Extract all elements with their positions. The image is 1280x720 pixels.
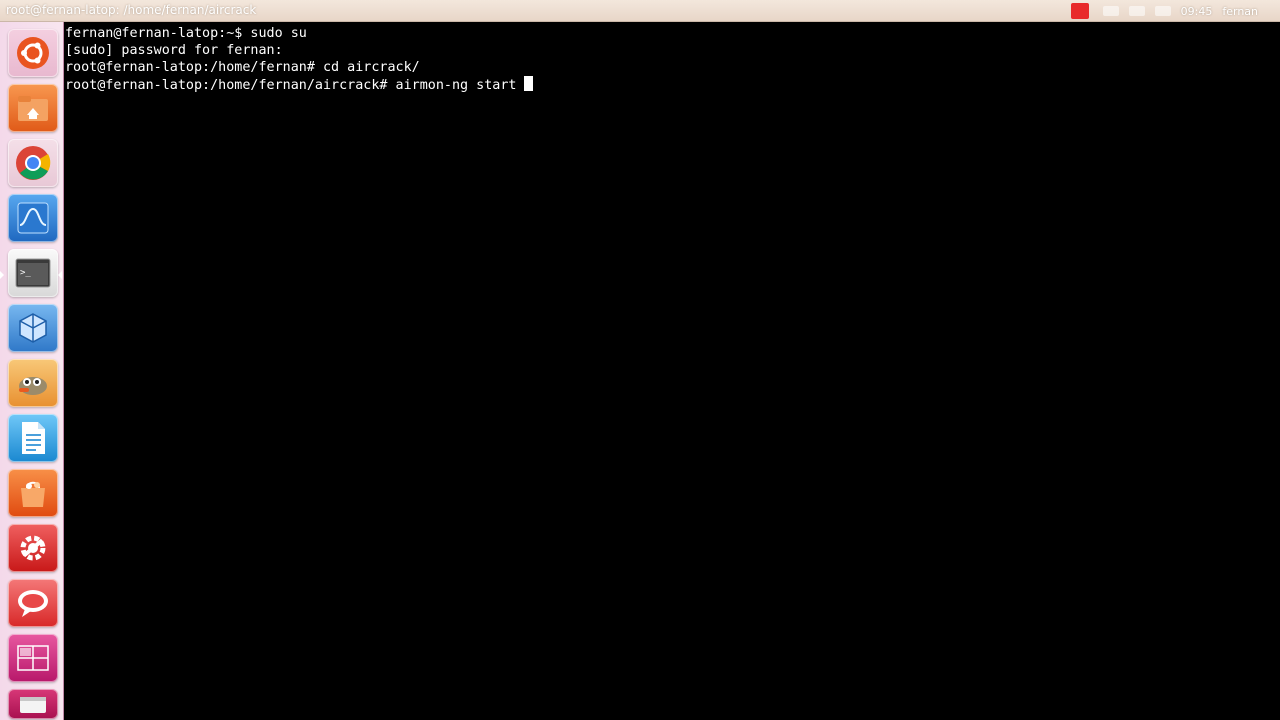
terminal-icon: >_ <box>15 258 51 288</box>
user-menu[interactable]: fernan <box>1222 5 1258 18</box>
terminal-line: root@fernan-latop:/home/fernan# cd aircr… <box>65 59 533 76</box>
focused-app-indicator <box>58 271 62 279</box>
launcher-item-software-center[interactable] <box>8 469 58 517</box>
indicator-area: 09:45 fernan <box>1070 2 1258 20</box>
active-app-indicator <box>0 271 4 279</box>
dash-button[interactable] <box>8 29 58 77</box>
ubuntu-logo-icon <box>17 37 49 69</box>
terminal-cursor <box>524 76 534 91</box>
terminal-window[interactable]: fernan@fernan-latop:~$ sudo su [sudo] pa… <box>65 22 1280 720</box>
battery-indicator-icon[interactable] <box>1128 6 1145 16</box>
chat-icon <box>18 590 48 617</box>
terminal-line-text: fernan@fernan-latop:~$ sudo su <box>65 26 307 41</box>
launcher-item-settings[interactable] <box>8 524 58 572</box>
chrome-icon <box>16 146 51 180</box>
volume-indicator-icon[interactable] <box>1154 6 1171 16</box>
launcher-item-gimp[interactable] <box>8 359 58 407</box>
terminal-line-text: root@fernan-latop:/home/fernan# cd aircr… <box>65 60 420 75</box>
terminal-output: fernan@fernan-latop:~$ sudo su [sudo] pa… <box>65 25 534 93</box>
workspace-switcher-icon <box>17 645 49 671</box>
launcher-item-chrome[interactable] <box>8 139 58 187</box>
home-folder-icon <box>18 96 48 121</box>
settings-icon <box>20 535 46 561</box>
launcher-item-virtualbox[interactable] <box>8 304 58 352</box>
launcher-item-chat[interactable] <box>8 579 58 627</box>
window-title: root@fernan-latop: /home/fernan/aircrack <box>6 3 257 17</box>
trash-icon <box>20 697 46 713</box>
launcher-item-workspace-switcher[interactable] <box>8 634 58 682</box>
launcher-item-trash[interactable] <box>8 689 58 719</box>
text-document-icon <box>22 422 45 454</box>
terminal-line: [sudo] password for fernan: <box>65 42 533 59</box>
top-panel: root@fernan-latop: /home/fernan/aircrack… <box>0 0 1280 22</box>
launcher-item-system-monitor[interactable] <box>8 194 58 242</box>
terminal-prompt-line[interactable]: root@fernan-latop:/home/fernan/aircrack#… <box>65 76 534 93</box>
terminal-line-text: root@fernan-latop:/home/fernan/aircrack#… <box>65 78 517 93</box>
launcher-item-terminal[interactable]: >_ <box>8 249 58 297</box>
launcher: >_ <box>0 22 64 720</box>
svg-text:>_: >_ <box>20 268 31 278</box>
terminal-line-text: [sudo] password for fernan: <box>65 43 283 58</box>
system-monitor-icon <box>17 202 49 234</box>
clock[interactable]: 09:45 <box>1181 5 1213 18</box>
launcher-item-home-folder[interactable] <box>8 84 58 132</box>
launcher-item-text-document[interactable] <box>8 414 58 462</box>
software-center-icon <box>21 481 45 507</box>
recording-indicator-icon[interactable] <box>1070 3 1089 19</box>
network-indicator-icon[interactable] <box>1102 6 1119 16</box>
virtualbox-icon <box>19 313 47 343</box>
terminal-line: fernan@fernan-latop:~$ sudo su <box>65 25 533 42</box>
gimp-icon <box>19 377 47 395</box>
